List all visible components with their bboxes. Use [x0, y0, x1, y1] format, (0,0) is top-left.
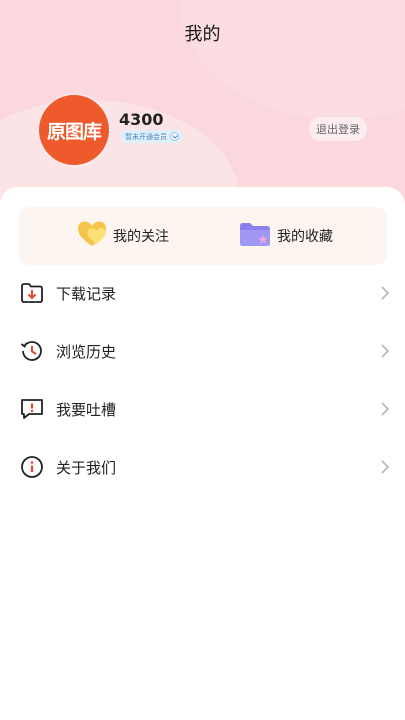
- logout-button[interactable]: 退出登录: [309, 117, 367, 141]
- chevron-right-icon: [381, 460, 390, 474]
- menu-item-feedback[interactable]: 我要吐槽: [19, 389, 391, 429]
- chevron-right-icon: [381, 286, 390, 300]
- chevron-down-icon: [170, 132, 179, 141]
- avatar-logo-text: 原图库: [46, 120, 102, 143]
- page-title: 我的: [184, 24, 221, 45]
- info-icon: [19, 454, 45, 480]
- vip-status-text: 暂未开通会员: [125, 132, 167, 141]
- avatar[interactable]: 原图库: [39, 95, 109, 165]
- menu-label-browse-history: 浏览历史: [56, 342, 117, 361]
- download-folder-icon: [19, 280, 45, 306]
- menu-label-about-us: 关于我们: [56, 458, 117, 477]
- heart-icon: [77, 220, 107, 252]
- username: 4300: [119, 110, 164, 129]
- menu-label-feedback: 我要吐槽: [56, 400, 117, 419]
- my-collection-button[interactable]: 我的收藏: [239, 221, 333, 251]
- chevron-right-icon: [381, 344, 390, 358]
- menu-item-download-records[interactable]: 下载记录: [19, 273, 391, 313]
- history-icon: [19, 338, 45, 364]
- vip-status-badge[interactable]: 暂未开通会员: [120, 130, 183, 143]
- folder-icon: [239, 221, 271, 251]
- my-follow-label: 我的关注: [113, 229, 169, 245]
- my-follow-button[interactable]: 我的关注: [77, 221, 169, 251]
- my-collection-label: 我的收藏: [277, 229, 333, 245]
- feedback-icon: [19, 396, 45, 422]
- menu-item-browse-history[interactable]: 浏览历史: [19, 331, 391, 371]
- menu-item-about-us[interactable]: 关于我们: [19, 447, 391, 487]
- chevron-right-icon: [381, 402, 390, 416]
- menu-label-download-records: 下载记录: [56, 284, 117, 303]
